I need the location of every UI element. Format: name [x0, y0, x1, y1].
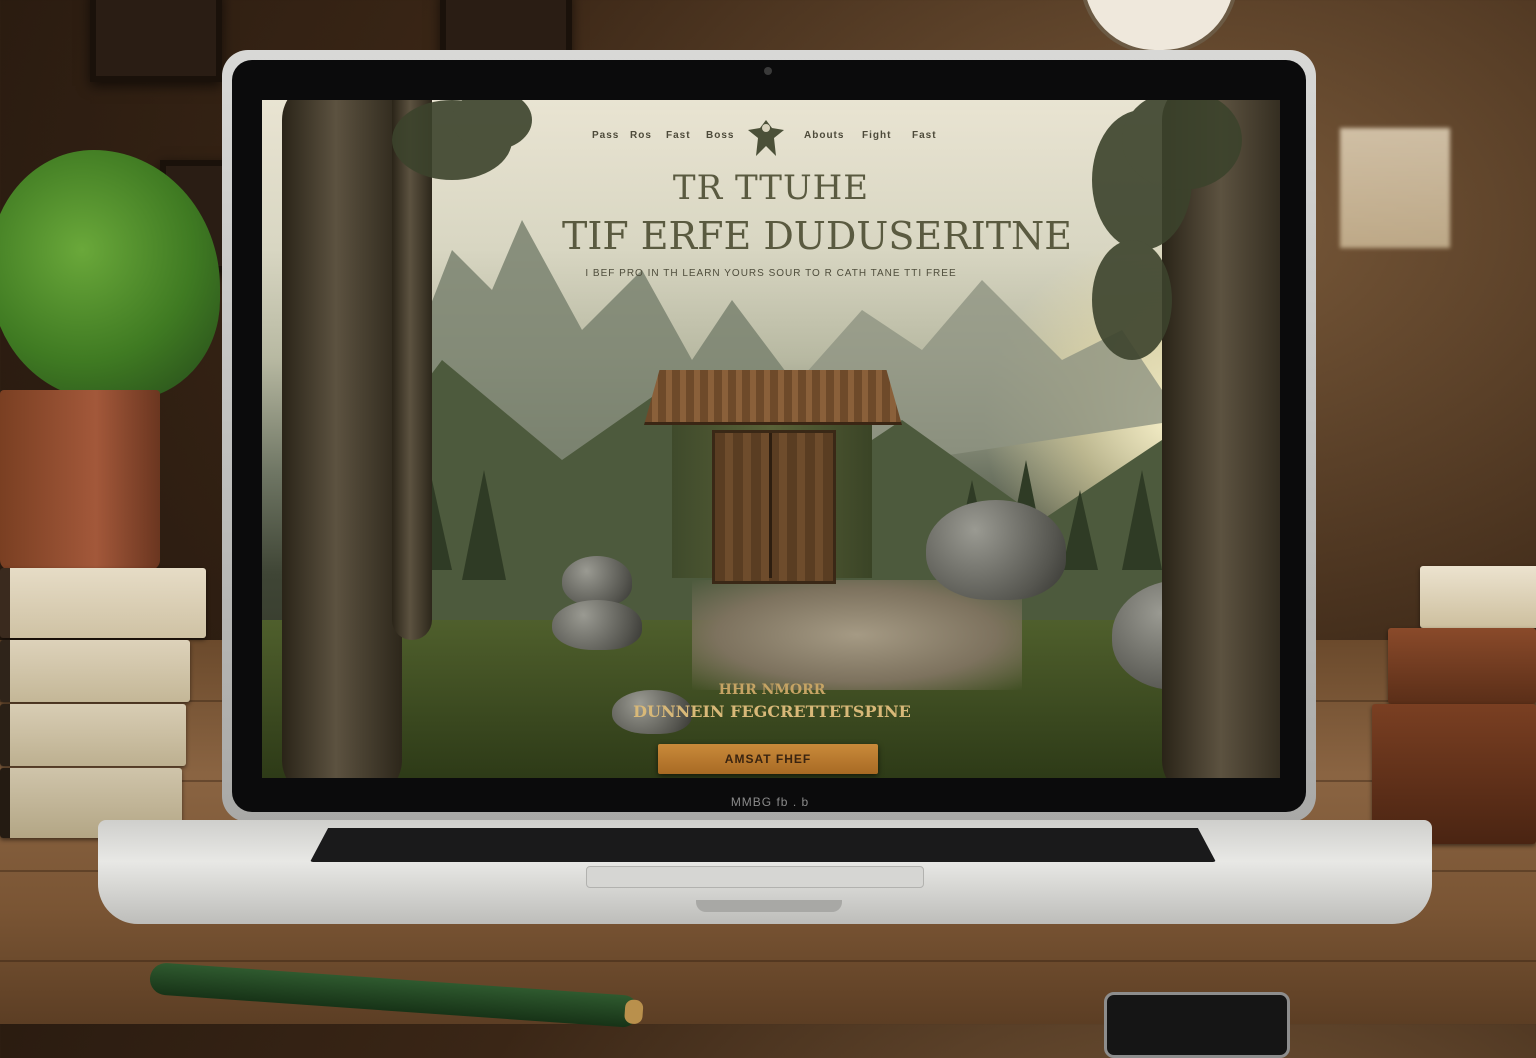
laptop-notch	[696, 900, 842, 912]
smartphone	[1104, 992, 1290, 1058]
pen-cap	[624, 999, 644, 1025]
window-glow	[1340, 128, 1450, 248]
nav-item[interactable]: Fast	[912, 130, 937, 141]
book-stack-left	[0, 704, 186, 766]
book-stack-left	[0, 568, 206, 638]
hero-title-line1: TR TTUHE	[672, 168, 870, 208]
plant-pot	[0, 390, 160, 570]
promo-subheading: DUNNEIN FEGCRETTETSPINE	[633, 702, 911, 721]
nav-item[interactable]: Fast	[666, 130, 691, 141]
nav-item[interactable]: Fight	[862, 130, 891, 141]
nav-item[interactable]: Pass	[592, 130, 619, 141]
wall-clock	[1080, 0, 1238, 54]
wall-picture-frame	[90, 0, 222, 82]
hero-title-line2: TIF ERFE DUDUSERITNE	[562, 214, 1073, 258]
hero-subtitle: I BEF PRO IN TH LEARN YOURS SOUR TO R CA…	[585, 268, 957, 279]
webcam	[764, 67, 772, 75]
nav-item[interactable]: Ros	[630, 130, 652, 141]
trackpad[interactable]	[586, 866, 924, 888]
keyboard[interactable]	[310, 828, 1216, 862]
book-stack-left	[0, 640, 190, 702]
book-stack-right	[1388, 628, 1536, 704]
eagle-icon[interactable]	[746, 116, 786, 162]
laptop-brand-label: MMBG fb . b	[730, 795, 810, 809]
website-screen: Pass Ros Fast Boss Abouts Fight Fast TR …	[262, 100, 1280, 778]
promo-heading: HHR NMORR	[718, 682, 826, 698]
cta-button[interactable]: AMSAT FHEF	[658, 744, 878, 774]
nav-item[interactable]: Boss	[706, 130, 734, 141]
nav-item[interactable]: Abouts	[804, 130, 844, 141]
book-stack-right	[1420, 566, 1536, 628]
